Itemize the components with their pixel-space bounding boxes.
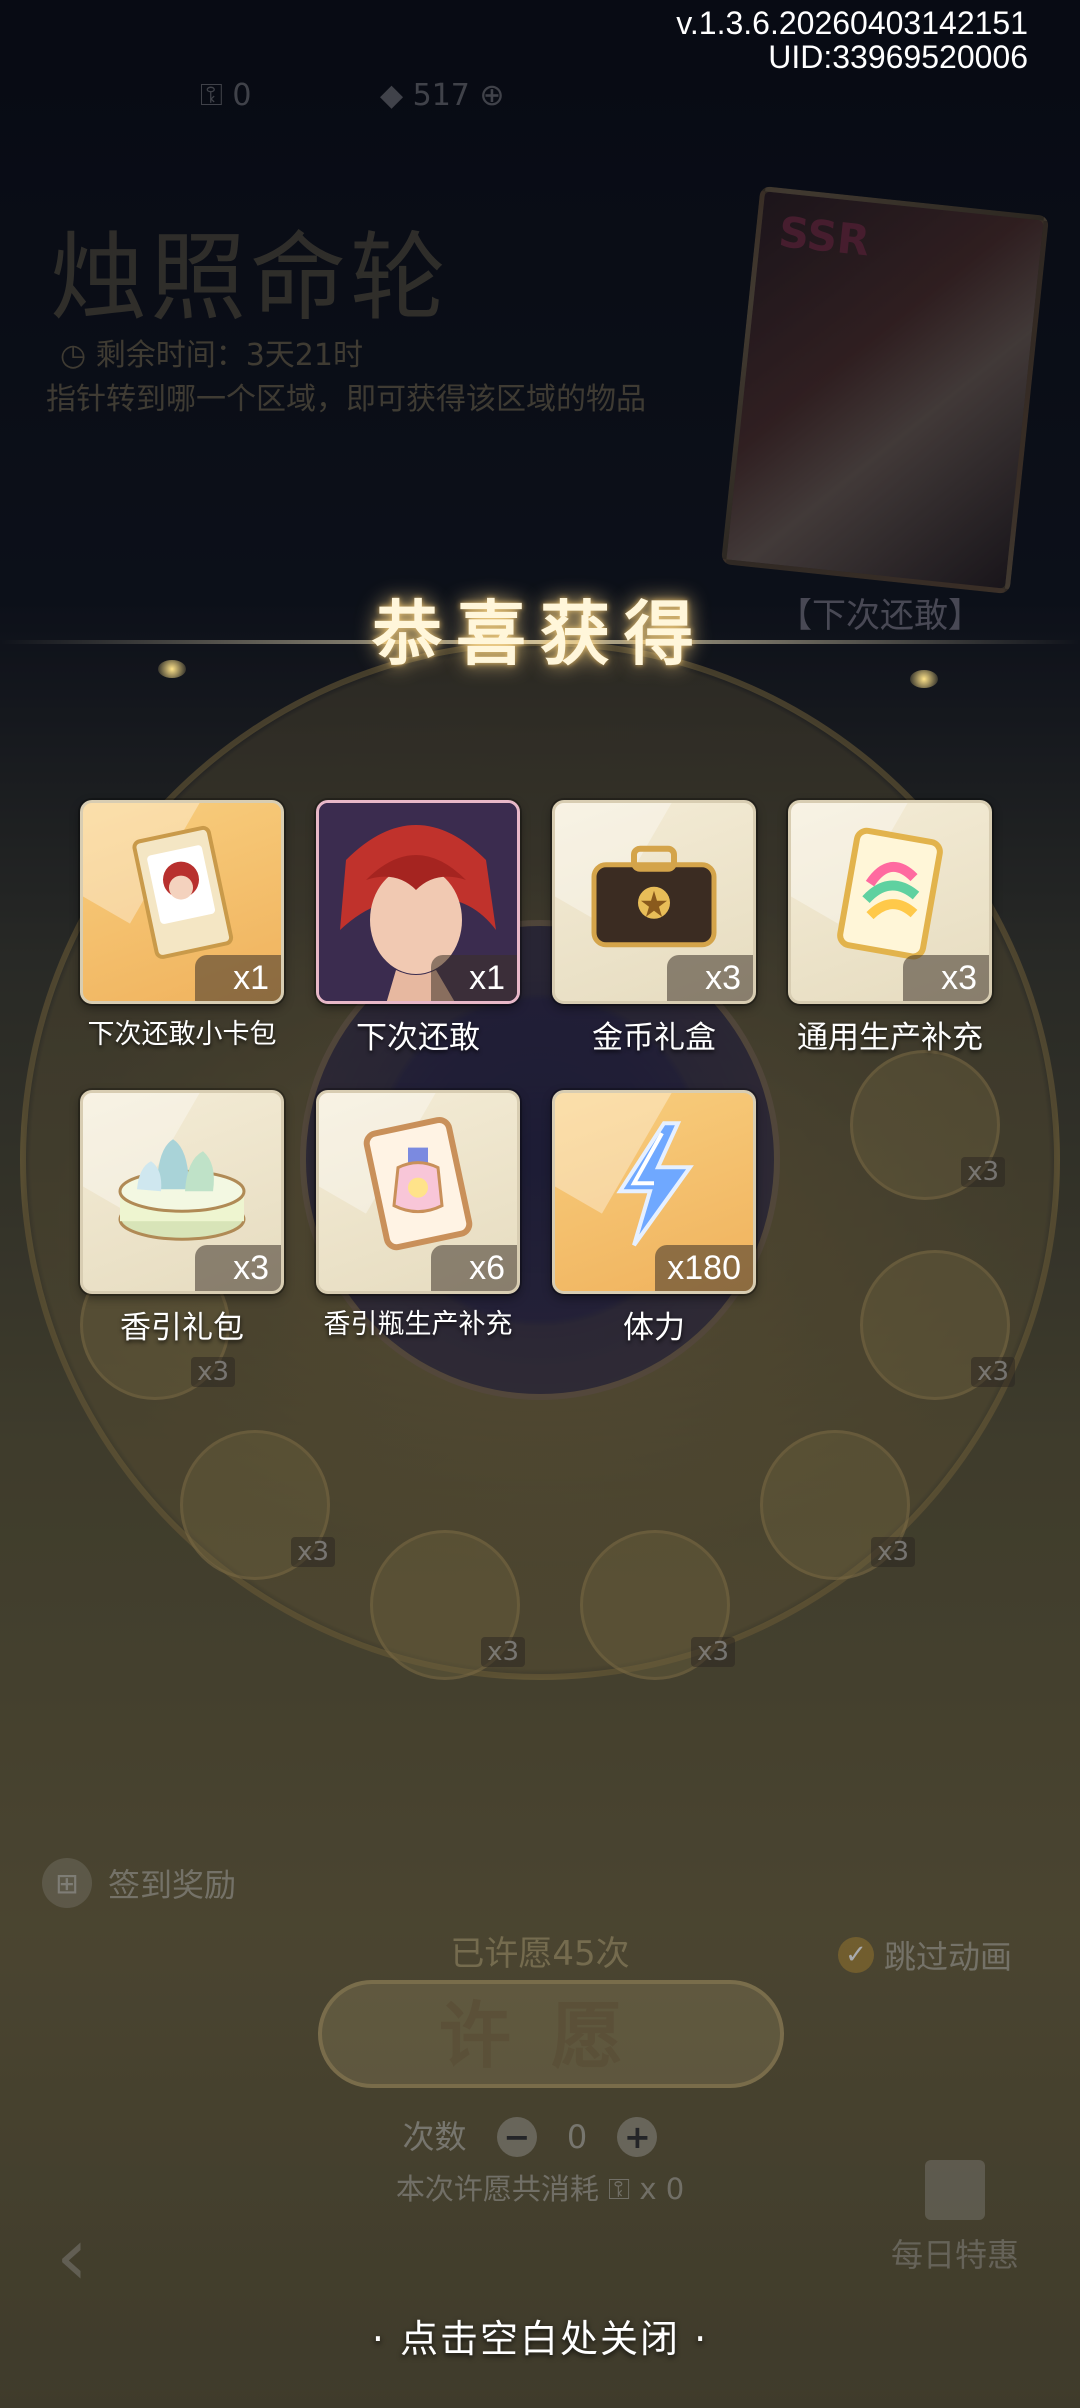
reward-tile: x1 xyxy=(80,800,284,1004)
perfume-supply-icon xyxy=(363,1116,473,1251)
reward-item[interactable]: x3 金币礼盒 xyxy=(552,800,756,1057)
reward-tile: x3 xyxy=(80,1090,284,1294)
reward-tile: x180 xyxy=(552,1090,756,1294)
fragrance-gift-icon xyxy=(118,1139,246,1241)
reward-quantity: x3 xyxy=(903,955,989,1001)
reward-quantity: x1 xyxy=(195,955,281,1001)
user-id: UID:33969520006 xyxy=(768,39,1028,75)
reward-quantity: x180 xyxy=(655,1245,753,1291)
lightning-icon xyxy=(616,1121,694,1247)
production-supply-icon xyxy=(837,827,943,960)
reward-tile: x6 xyxy=(316,1090,520,1294)
reward-quantity: x1 xyxy=(431,955,517,1001)
sparkle-decoration xyxy=(910,670,938,688)
build-version: v.1.3.6.20260403142151 xyxy=(676,5,1028,41)
reward-item[interactable]: x180 体力 xyxy=(552,1090,756,1347)
reward-name: 体力 xyxy=(623,1310,685,1346)
card-pack-icon xyxy=(132,825,234,959)
reward-item[interactable]: x1 下次还敢 xyxy=(316,800,520,1057)
close-hint[interactable]: · 点击空白处关闭 · xyxy=(0,2308,1080,2363)
reward-item[interactable]: x1 下次还敢小卡包 xyxy=(80,800,284,1051)
reward-name: 香引瓶生产补充 xyxy=(323,1309,513,1340)
reward-item[interactable]: x3 通用生产补充 xyxy=(788,800,992,1057)
sparkle-decoration xyxy=(158,660,186,678)
reward-name: 香引礼包 xyxy=(120,1310,244,1346)
reward-quantity: x3 xyxy=(667,955,753,1001)
reward-name: 下次还敢小卡包 xyxy=(87,1019,277,1050)
reward-tile: x1 xyxy=(316,800,520,1004)
reward-tile: x3 xyxy=(552,800,756,1004)
reward-item[interactable]: x6 香引瓶生产补充 xyxy=(316,1090,520,1341)
reward-quantity: x6 xyxy=(431,1245,517,1291)
reward-name: 金币礼盒 xyxy=(592,1020,716,1056)
reward-name: 通用生产补充 xyxy=(797,1020,983,1056)
reward-quantity: x3 xyxy=(195,1245,281,1291)
reward-item[interactable]: x3 香引礼包 xyxy=(80,1090,284,1347)
treasure-chest-icon xyxy=(591,845,717,948)
version-info: v.1.3.6.20260403142151 UID:33969520006 xyxy=(676,6,1028,74)
reward-tile: x3 xyxy=(788,800,992,1004)
reward-name: 下次还敢 xyxy=(356,1020,480,1056)
